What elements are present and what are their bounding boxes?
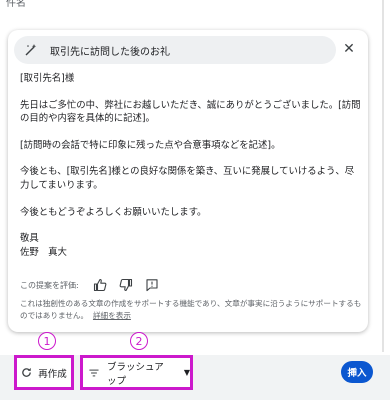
refine-label: ブラッシュアップ <box>106 361 164 387</box>
compose-scrollbar-track <box>382 0 384 352</box>
feedback-label: この提案を評価: <box>20 280 79 290</box>
annotation-marker-2: 2 <box>130 332 148 350</box>
magic-wand-icon <box>25 44 37 56</box>
prompt-pill[interactable]: 取引先に訪問した後のお礼 <box>14 36 336 64</box>
draft-body: [取引先名]様 先日はご多忙の中、弊社にお越しいただき、誠にありがとうございまし… <box>20 72 362 259</box>
refresh-icon <box>22 367 32 377</box>
thumbs-down-icon[interactable] <box>119 278 133 292</box>
regenerate-label: 再作成 <box>38 368 67 380</box>
annotation-marker-1: 1 <box>38 332 56 350</box>
draft-paragraph-1: 先日はご多忙の中、弊社にお越しいただき、誠にありがとうございました。[訪問の目的… <box>20 99 361 125</box>
subject-label: 件名 <box>6 0 26 9</box>
feedback-icon[interactable] <box>145 278 159 292</box>
draft-paragraph-2: [訪問時の会話で特に印象に残った点や合意事項などを記述]。 <box>20 139 281 151</box>
draft-signature: 佐野 真大 <box>20 246 67 258</box>
feedback-row: この提案を評価: <box>20 278 159 292</box>
details-link[interactable]: 詳細を表示 <box>93 311 131 320</box>
filter-lines-icon <box>89 369 99 376</box>
annotation-marker-2-number: 2 <box>135 334 143 348</box>
regenerate-button[interactable]: 再作成 <box>14 355 74 390</box>
draft-closing: 敬具 <box>20 233 39 245</box>
disclaimer-text: これは独創性のある文章の作成をサポートする機能であり、文章が事実に沿うようにサポ… <box>20 299 362 320</box>
refine-dropdown-button[interactable]: ブラッシュアップ ▼ <box>80 355 193 390</box>
help-me-write-card: 取引先に訪問した後のお礼 ✕ [取引先名]様 先日はご多忙の中、弊社にお越しいた… <box>8 30 368 332</box>
prompt-text: 取引先に訪問した後のお礼 <box>50 46 170 58</box>
draft-paragraph-3: 今後とも、[取引先名]様との良好な関係を築き、互いに発展していけるよう、尽力して… <box>20 166 355 191</box>
thumbs-up-icon[interactable] <box>93 278 107 292</box>
caret-down-icon: ▼ <box>183 368 190 377</box>
close-icon[interactable]: ✕ <box>342 41 356 57</box>
insert-button[interactable]: 挿入 <box>341 361 373 383</box>
draft-salutation: [取引先名]様 <box>20 73 75 84</box>
disclaimer: これは独創性のある文章の作成をサポートする機能であり、文章が事実に沿うようにサポ… <box>20 298 362 322</box>
draft-paragraph-4: 今後ともどうぞよろしくお願いいたします。 <box>20 206 207 218</box>
annotation-marker-1-number: 1 <box>43 334 51 348</box>
